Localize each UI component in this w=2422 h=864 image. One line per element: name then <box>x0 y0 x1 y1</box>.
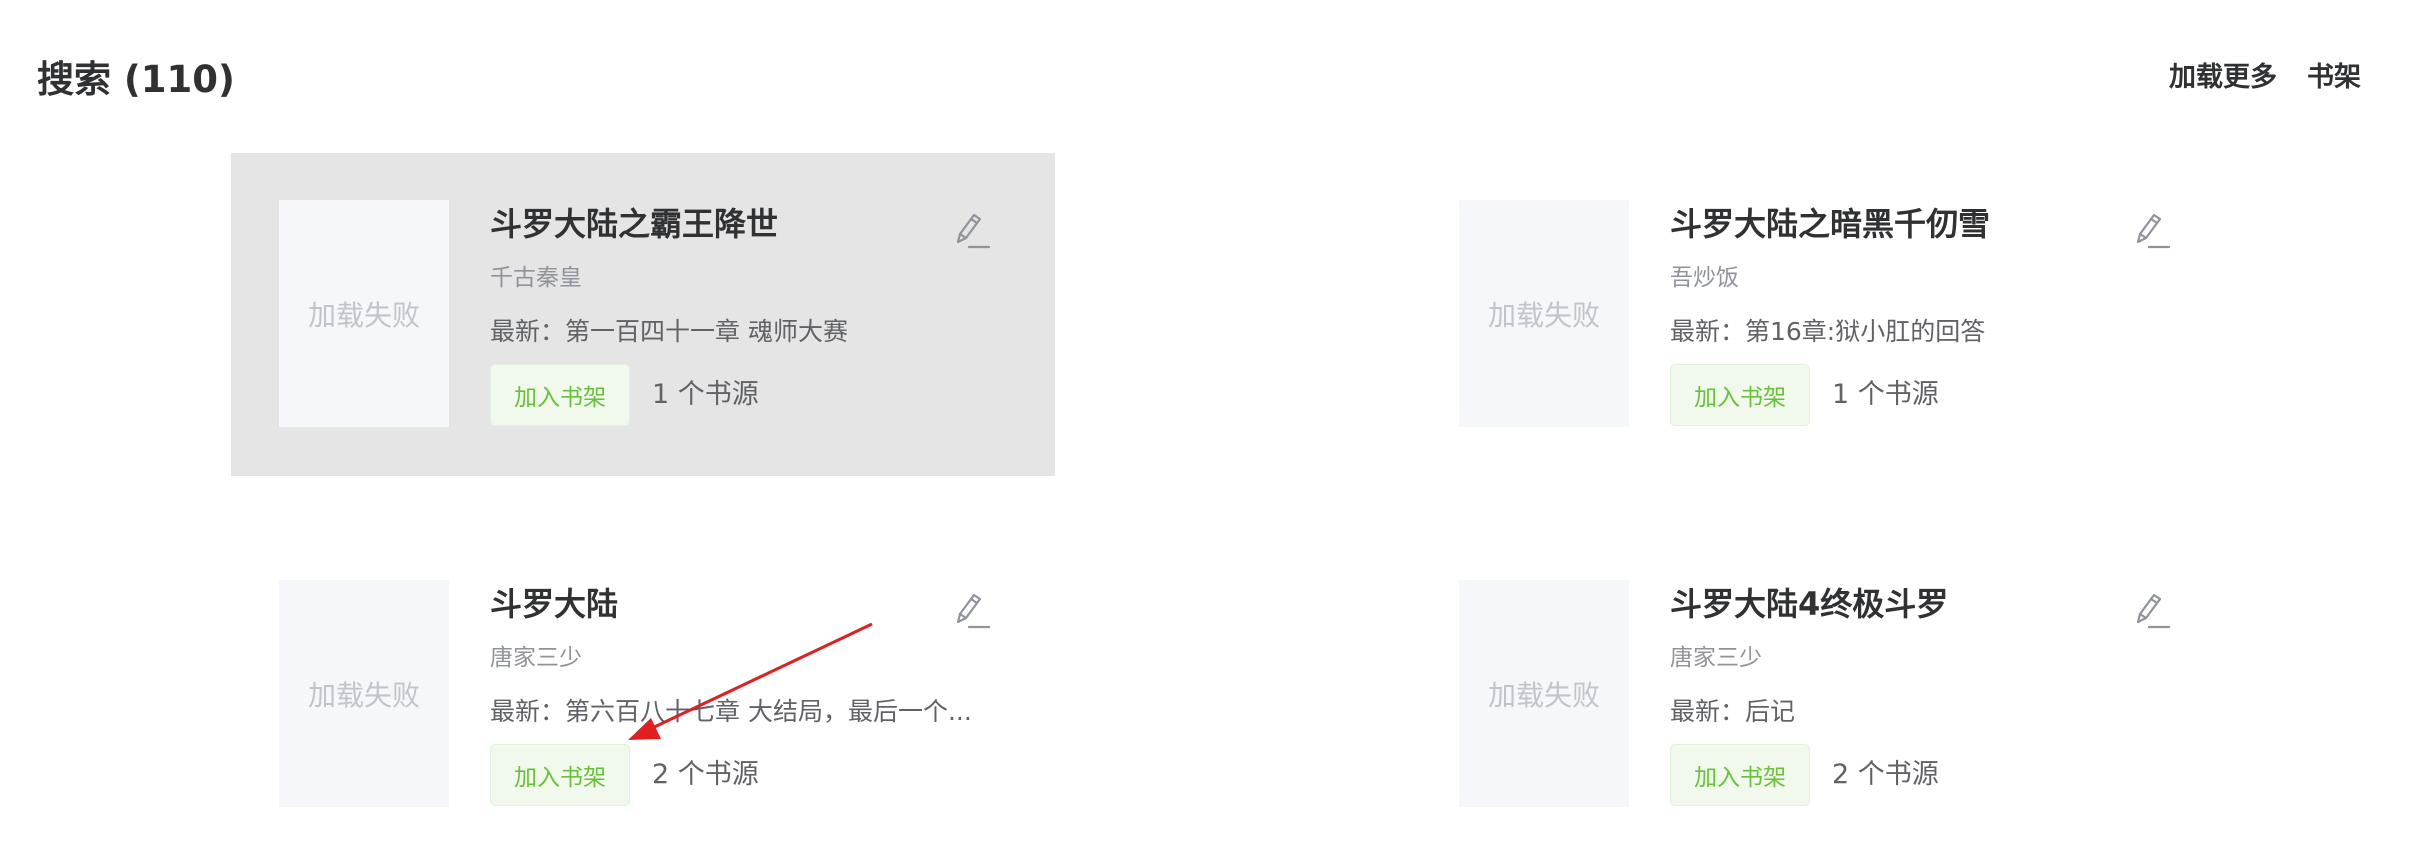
book-title: 斗罗大陆4终极斗罗 <box>1670 585 1949 623</box>
pencil-icon[interactable] <box>949 209 993 253</box>
book-cover: 加载失败 <box>1459 200 1629 427</box>
source-count: 2 个书源 <box>652 759 759 790</box>
book-latest-chapter: 最新：第16章:狱小肛的回答 <box>1670 317 1986 346</box>
book-title: 斗罗大陆之暗黑千仞雪 <box>1670 205 1991 243</box>
page-header: 搜索 (110) 加载更多 书架 <box>0 0 2422 150</box>
book-latest-chapter: 最新：后记 <box>1670 697 1796 726</box>
book-latest-chapter: 最新：第一百四十一章 魂师大赛 <box>490 317 848 346</box>
book-author: 唐家三少 <box>1670 645 1762 671</box>
book-card[interactable]: 加载失败 斗罗大陆之霸王降世 千古秦皇 最新：第一百四十一章 魂师大赛 加入书架… <box>231 153 1055 476</box>
book-author: 吾炒饭 <box>1670 265 1739 291</box>
source-count: 1 个书源 <box>1832 379 1939 410</box>
book-card[interactable]: 加载失败 斗罗大陆之暗黑千仞雪 吾炒饭 最新：第16章:狱小肛的回答 加入书架 … <box>1411 153 2235 476</box>
header-actions: 加载更多 书架 <box>2169 58 2361 98</box>
bookshelf-link[interactable]: 书架 <box>2307 58 2361 98</box>
book-title: 斗罗大陆之霸王降世 <box>490 205 779 243</box>
book-author: 唐家三少 <box>490 645 582 671</box>
pencil-icon[interactable] <box>2129 209 2173 253</box>
add-to-bookshelf-button[interactable]: 加入书架 <box>1670 744 1810 806</box>
book-latest-chapter: 最新：第六百八十七章 大结局，最后一个... <box>490 697 972 726</box>
pencil-icon[interactable] <box>949 589 993 633</box>
book-cover: 加载失败 <box>279 200 449 427</box>
source-count: 1 个书源 <box>652 379 759 410</box>
source-count: 2 个书源 <box>1832 759 1939 790</box>
pencil-icon[interactable] <box>2129 589 2173 633</box>
book-title: 斗罗大陆 <box>490 585 619 623</box>
book-card[interactable]: 加载失败 斗罗大陆4终极斗罗 唐家三少 最新：后记 加入书架 2 个书源 <box>1411 533 2235 856</box>
add-to-bookshelf-button[interactable]: 加入书架 <box>1670 364 1810 426</box>
page-title: 搜索 (110) <box>37 58 235 101</box>
add-to-bookshelf-button[interactable]: 加入书架 <box>490 364 630 426</box>
add-to-bookshelf-button[interactable]: 加入书架 <box>490 744 630 806</box>
book-author: 千古秦皇 <box>490 265 582 291</box>
book-card[interactable]: 加载失败 斗罗大陆 唐家三少 最新：第六百八十七章 大结局，最后一个... 加入… <box>231 533 1055 856</box>
load-more-link[interactable]: 加载更多 <box>2169 58 2277 98</box>
book-cover: 加载失败 <box>1459 580 1629 807</box>
book-cover: 加载失败 <box>279 580 449 807</box>
